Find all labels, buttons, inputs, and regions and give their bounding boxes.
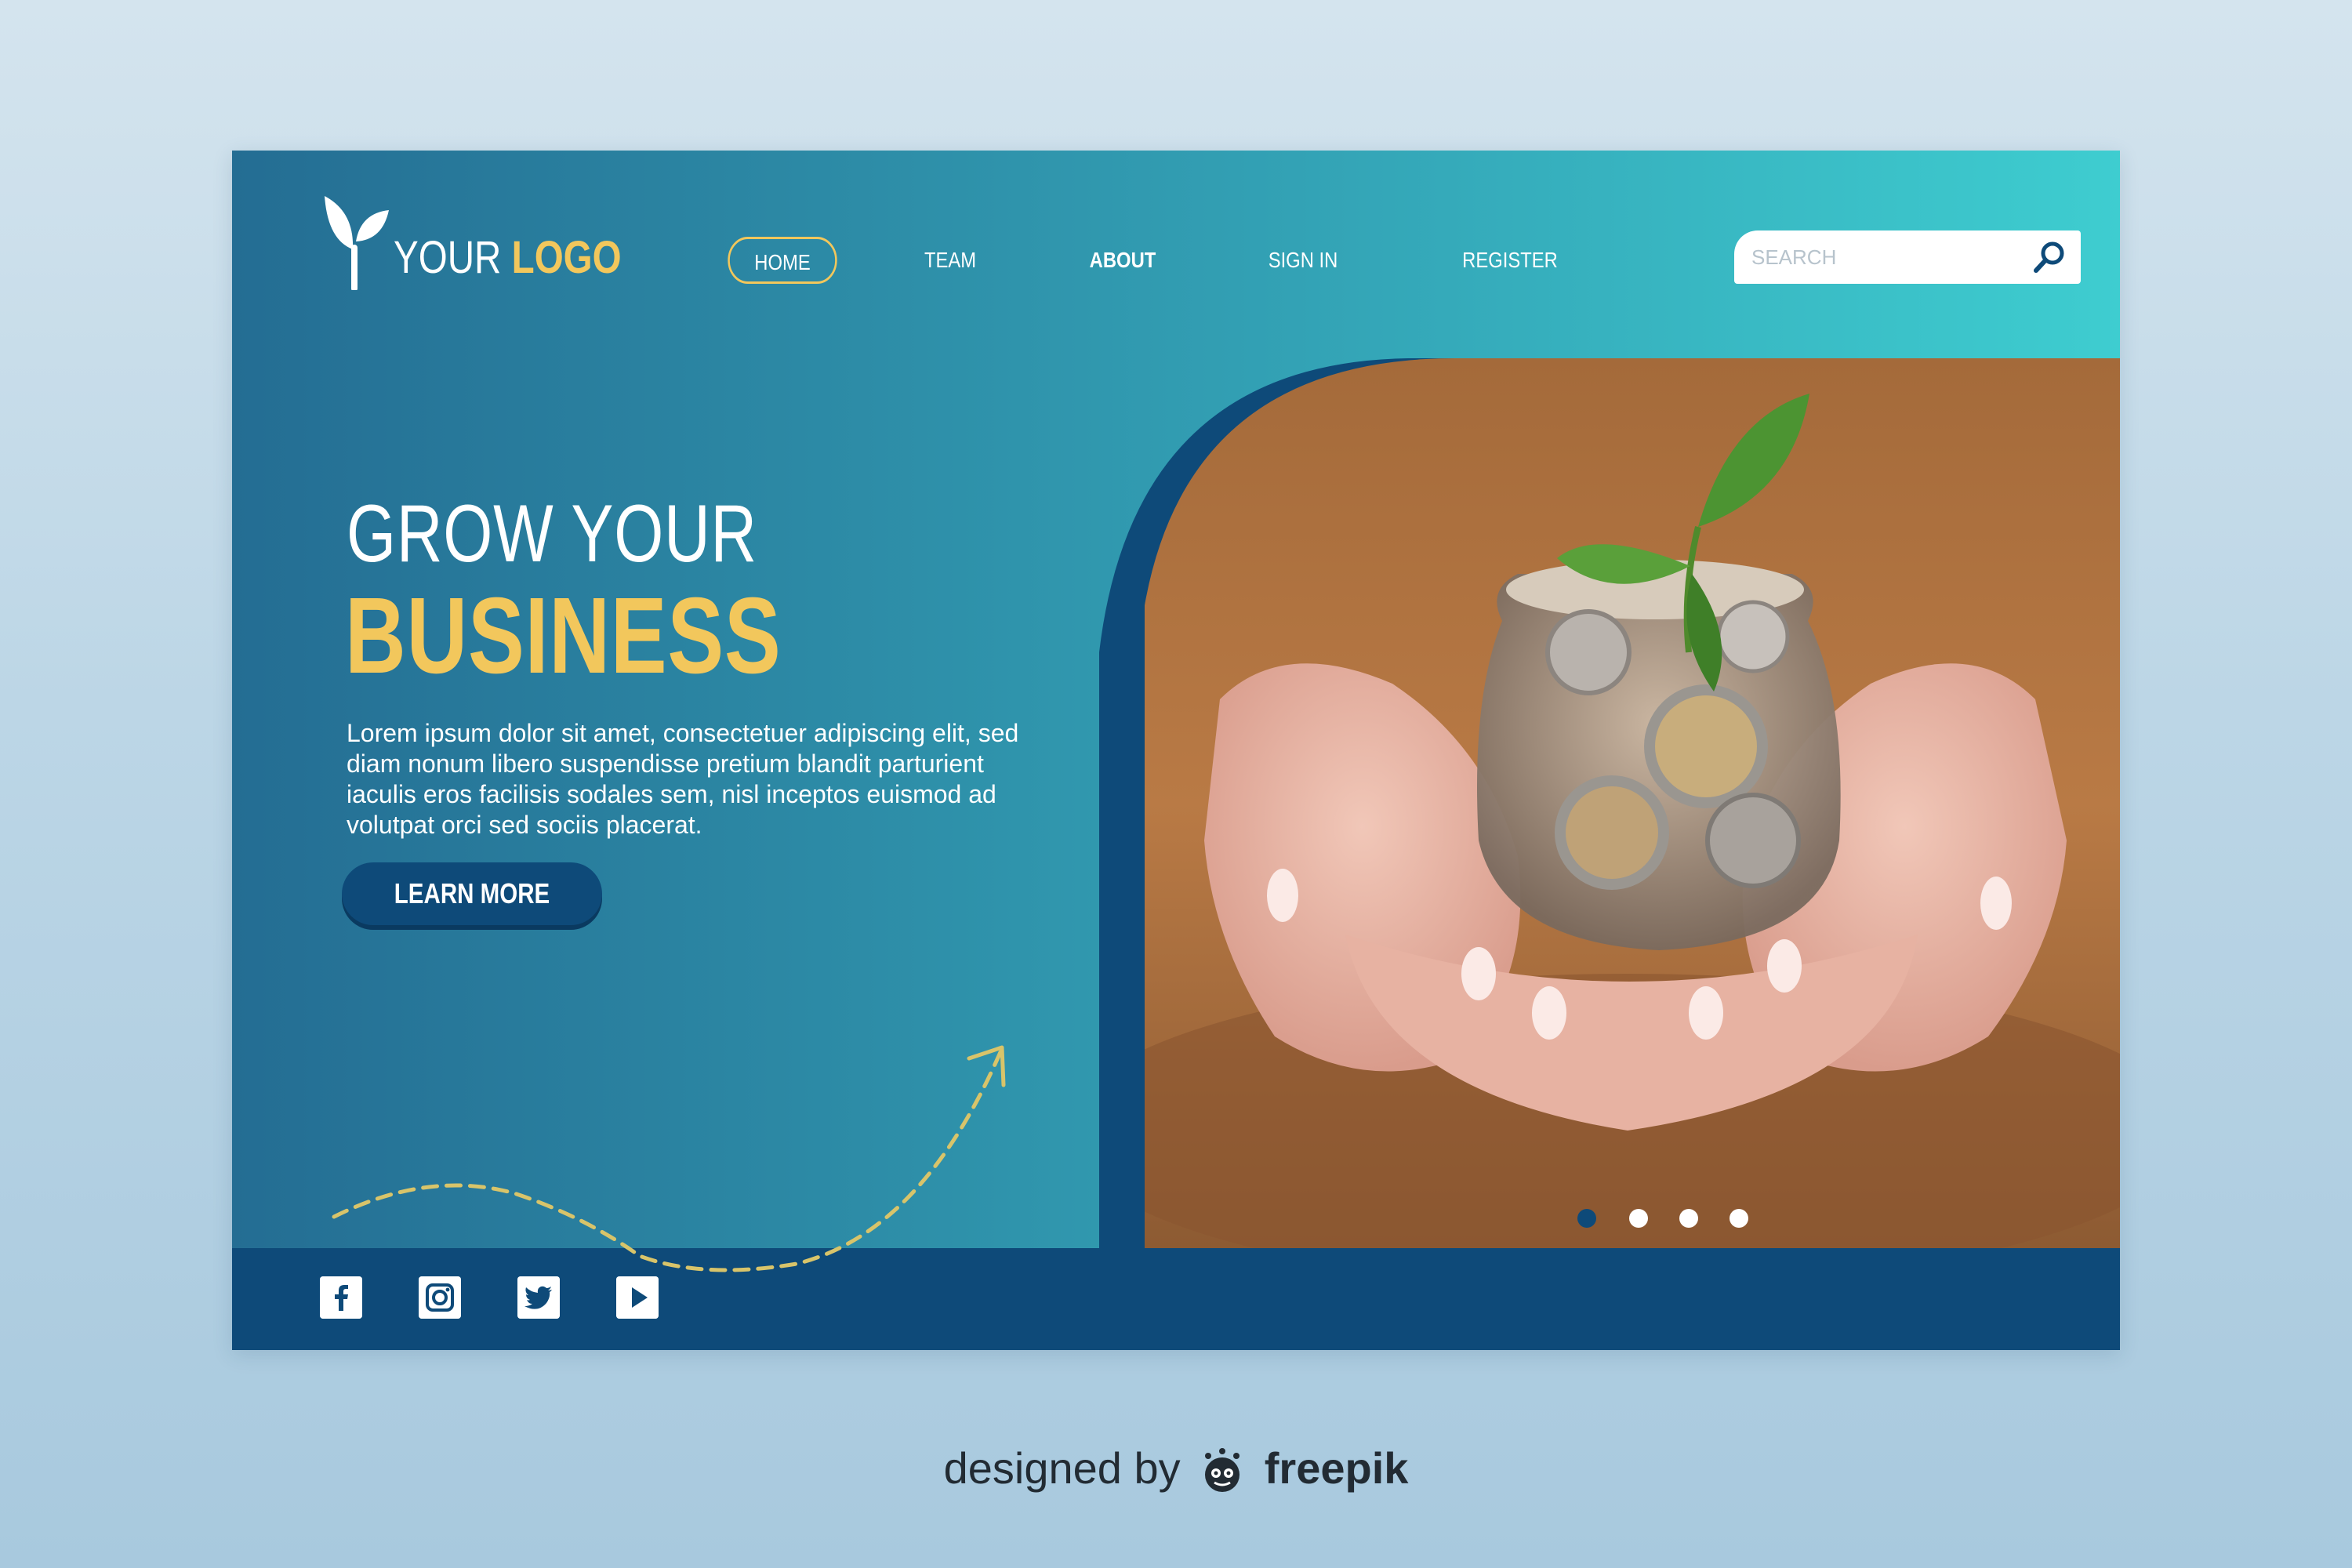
logo-text: YOUR LOGO [394, 232, 622, 283]
hero-title-line2: BUSINESS [345, 575, 782, 696]
slider-dot-1[interactable] [1577, 1209, 1596, 1228]
dashed-growth-arrow-icon [332, 1045, 1006, 1272]
search-box [1734, 230, 2081, 284]
credit-brand: freepik [1264, 1443, 1409, 1493]
search-icon[interactable] [2032, 240, 2067, 274]
nav-home[interactable]: HOME [728, 237, 837, 284]
facebook-icon[interactable] [320, 1276, 362, 1319]
nav-team[interactable]: TEAM [910, 237, 990, 284]
hero-description: Lorem ipsum dolor sit amet, consectetuer… [347, 719, 1019, 839]
twitter-icon[interactable] [517, 1276, 560, 1319]
landing-page-card: YOUR LOGO HOME TEAM ABOUT SIGN IN REGIST… [232, 151, 2120, 1350]
youtube-icon[interactable] [616, 1276, 659, 1319]
nav-register[interactable]: REGISTER [1450, 237, 1570, 284]
designer-credit: designed by freepik [0, 1443, 2352, 1497]
nav-sign-in[interactable]: SIGN IN [1257, 237, 1350, 284]
hero-title-line1: GROW YOUR [347, 488, 757, 579]
search-input[interactable] [1751, 240, 2018, 274]
instagram-icon[interactable] [419, 1276, 461, 1319]
slider-dot-2[interactable] [1629, 1209, 1648, 1228]
sprout-logo-icon [325, 196, 389, 290]
brand-logo[interactable]: YOUR LOGO [320, 188, 671, 290]
slider-dot-3[interactable] [1679, 1209, 1698, 1228]
credit-prefix: designed by [943, 1443, 1181, 1493]
nav-about[interactable]: ABOUT [1083, 237, 1163, 284]
freepik-logo-icon [1205, 1448, 1240, 1493]
slider-dot-4[interactable] [1730, 1209, 1748, 1228]
